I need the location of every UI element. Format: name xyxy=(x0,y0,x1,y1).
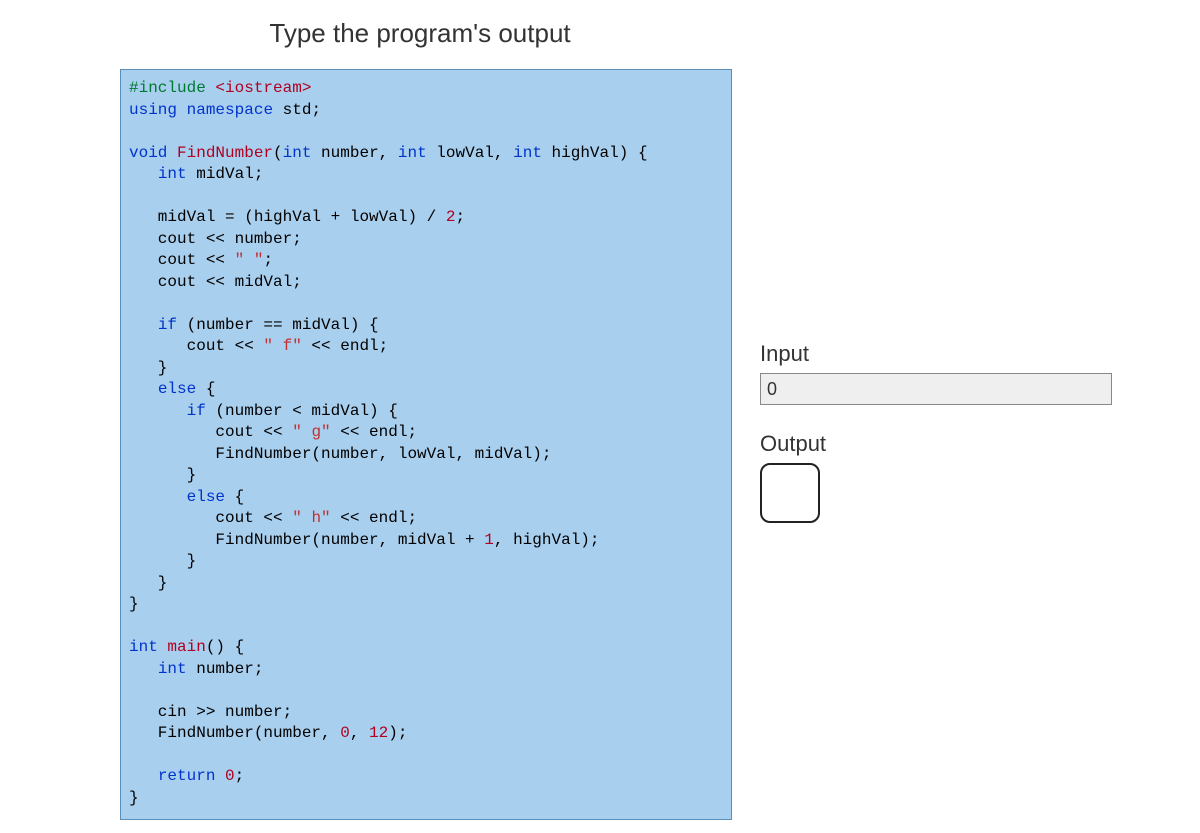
output-label: Output xyxy=(760,431,1120,457)
code-token: number; xyxy=(187,660,264,678)
code-token: cin >> number; xyxy=(129,703,292,721)
code-token: } xyxy=(129,466,196,484)
code-token: 12 xyxy=(369,724,388,742)
main-content: #include <iostream> using namespace std;… xyxy=(0,69,1200,820)
code-token: 0 xyxy=(225,767,235,785)
code-token xyxy=(129,402,187,420)
code-token xyxy=(215,767,225,785)
code-token: int xyxy=(158,165,187,183)
input-label: Input xyxy=(760,341,1120,367)
code-token xyxy=(177,101,187,119)
io-panel: Input Output xyxy=(760,69,1120,523)
code-token: #include xyxy=(129,79,206,97)
code-token: ; xyxy=(455,208,465,226)
code-token: (number == midVal) { xyxy=(177,316,379,334)
code-token: FindNumber(number, midVal + xyxy=(129,531,484,549)
code-token xyxy=(129,767,158,785)
code-token xyxy=(167,144,177,162)
code-token: std; xyxy=(273,101,321,119)
code-token: midVal = (highVal + lowVal) / xyxy=(129,208,446,226)
code-token: } xyxy=(129,574,167,592)
code-token: << endl; xyxy=(331,509,417,527)
code-token: ); xyxy=(388,724,407,742)
code-token: void xyxy=(129,144,167,162)
code-token: else xyxy=(158,380,196,398)
code-token: } xyxy=(129,789,139,807)
code-token xyxy=(158,638,168,656)
code-token: , highVal); xyxy=(494,531,600,549)
code-token xyxy=(129,488,187,506)
code-token: number, xyxy=(311,144,397,162)
code-token: cout << midVal; xyxy=(129,273,302,291)
code-token: FindNumber(number, xyxy=(129,724,340,742)
code-token: highVal) { xyxy=(542,144,648,162)
code-block: #include <iostream> using namespace std;… xyxy=(120,69,732,820)
code-token xyxy=(129,165,158,183)
code-token: cout << xyxy=(129,509,292,527)
code-token: using xyxy=(129,101,177,119)
code-token: ; xyxy=(235,767,245,785)
code-token: 1 xyxy=(484,531,494,549)
input-value-box xyxy=(760,373,1112,405)
code-token: FindNumber(number, lowVal, midVal); xyxy=(129,445,551,463)
code-token: } xyxy=(129,595,139,613)
code-token: midVal; xyxy=(187,165,264,183)
code-token: } xyxy=(129,552,196,570)
code-token: () { xyxy=(206,638,244,656)
page-title: Type the program's output xyxy=(120,0,720,69)
code-token xyxy=(129,316,158,334)
code-token: , xyxy=(350,724,369,742)
code-token: main xyxy=(167,638,205,656)
code-token: cout << xyxy=(129,337,263,355)
code-token: int xyxy=(129,638,158,656)
code-token: (number < midVal) { xyxy=(206,402,398,420)
code-token: cout << xyxy=(129,423,292,441)
code-token: { xyxy=(196,380,215,398)
output-value-box[interactable] xyxy=(760,463,820,523)
code-token: ; xyxy=(263,251,273,269)
code-token: <iostream> xyxy=(206,79,312,97)
code-token: int xyxy=(283,144,312,162)
code-token: namespace xyxy=(187,101,273,119)
code-token: " g" xyxy=(292,423,330,441)
code-token: int xyxy=(513,144,542,162)
code-token: int xyxy=(398,144,427,162)
code-token: lowVal, xyxy=(427,144,513,162)
code-token: << endl; xyxy=(331,423,417,441)
code-token: int xyxy=(158,660,187,678)
code-token: cout << number; xyxy=(129,230,302,248)
code-token xyxy=(129,660,158,678)
code-token: " " xyxy=(235,251,264,269)
code-token: } xyxy=(129,359,167,377)
code-token: " f" xyxy=(263,337,301,355)
code-token: { xyxy=(225,488,244,506)
code-token: << endl; xyxy=(302,337,388,355)
code-token: if xyxy=(187,402,206,420)
code-token: return xyxy=(158,767,216,785)
code-token: FindNumber xyxy=(177,144,273,162)
code-token: 0 xyxy=(340,724,350,742)
code-token: " h" xyxy=(292,509,330,527)
code-token: else xyxy=(187,488,225,506)
code-token xyxy=(129,380,158,398)
code-token: ( xyxy=(273,144,283,162)
code-token: cout << xyxy=(129,251,235,269)
code-token: if xyxy=(158,316,177,334)
